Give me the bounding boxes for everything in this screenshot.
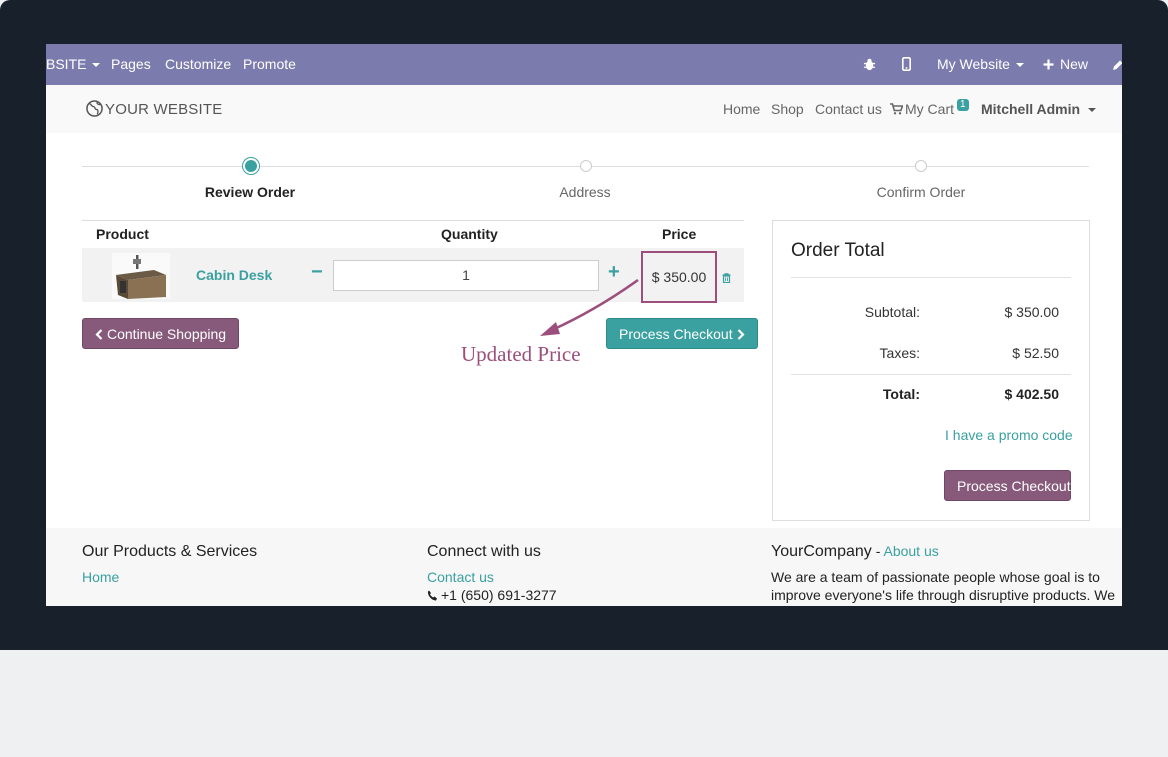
footer-phone-number: +1 (650) 691-3277: [441, 587, 557, 603]
wizard-step-address[interactable]: Address: [559, 184, 610, 200]
phone-icon: [427, 590, 437, 601]
user-menu[interactable]: Mitchell Admin: [981, 101, 1097, 117]
footer-connect-title: Connect with us: [427, 543, 541, 560]
trash-icon[interactable]: [722, 270, 731, 288]
caret-down-icon: [1015, 63, 1024, 68]
footer-company-column: YourCompany - About us We are a team of …: [771, 543, 1115, 603]
column-product: Product: [96, 226, 149, 242]
wizard-dot-confirm-order: [915, 160, 927, 172]
nav-contact-us[interactable]: Contact us: [815, 101, 882, 117]
footer-company-text-line-1: We are a team of passionate people whose…: [771, 569, 1100, 585]
order-total-title: Order Total: [791, 240, 885, 261]
cart-icon: [890, 103, 904, 115]
footer-contact-link[interactable]: Contact us: [427, 569, 557, 585]
decrease-quantity-button[interactable]: −: [311, 262, 323, 282]
mobile-preview-icon[interactable]: [902, 44, 912, 85]
wizard-step-review-order[interactable]: Review Order: [205, 184, 295, 200]
total-value: $ 402.50: [1004, 386, 1060, 402]
taxes-value: $ 52.50: [1012, 345, 1059, 361]
new-label: New: [1060, 56, 1089, 72]
footer-products-title: Our Products & Services: [82, 543, 258, 560]
globe-icon: [86, 100, 103, 117]
taxes-label: Taxes:: [879, 345, 920, 361]
chevron-right-icon: [737, 329, 745, 340]
footer-separator: -: [871, 543, 884, 559]
item-price: $ 350.00: [641, 251, 717, 303]
order-total-card: Order Total Subtotal: $ 350.00 Taxes: $ …: [772, 220, 1090, 521]
column-quantity: Quantity: [441, 226, 498, 242]
footer-company-heading: YourCompany - About us: [771, 543, 1115, 561]
footer-about-us-link[interactable]: About us: [883, 543, 938, 559]
promo-code-link[interactable]: I have a promo code: [945, 427, 1073, 443]
caret-down-icon: [1088, 108, 1097, 113]
browser-screen: BSITE Pages Customize Promote My Website…: [46, 44, 1122, 606]
subtotal-label: Subtotal:: [864, 304, 920, 320]
wizard-step-confirm-order[interactable]: Confirm Order: [877, 184, 966, 200]
edit-pencil-icon[interactable]: [1112, 44, 1122, 85]
wizard-dot-address: [580, 160, 592, 172]
site-header: YOUR WEBSITE Home Shop Contact us My Car…: [46, 85, 1122, 133]
footer-connect-column: Connect with us Contact us +1 (650) 691-…: [427, 543, 557, 603]
my-website-label: My Website: [937, 56, 1010, 72]
footer-company-name: YourCompany: [771, 543, 872, 560]
chevron-left-icon: [95, 329, 103, 340]
annotation-label: Updated Price: [461, 342, 581, 366]
site-footer: Our Products & Services Home Connect wit…: [46, 528, 1122, 606]
footer-products-column: Our Products & Services Home: [82, 543, 257, 585]
annotation-arrow: [540, 278, 639, 336]
subtotal-value: $ 350.00: [1004, 304, 1060, 320]
website-menu[interactable]: BSITE: [46, 44, 101, 85]
admin-topbar: BSITE Pages Customize Promote My Website…: [46, 44, 1122, 85]
column-price: Price: [662, 226, 697, 242]
product-thumbnail[interactable]: [112, 253, 170, 299]
divider: [791, 374, 1071, 375]
cart-count-badge: 1: [957, 99, 969, 111]
divider: [791, 277, 1071, 278]
continue-shopping-label: Continue Shopping: [107, 326, 227, 342]
footer-phone: +1 (650) 691-3277: [427, 587, 557, 603]
card-process-checkout-button[interactable]: Process Checkout: [944, 470, 1071, 501]
footer-home-link[interactable]: Home: [82, 569, 257, 585]
total-label: Total:: [882, 386, 920, 402]
user-name: Mitchell Admin: [981, 101, 1081, 117]
wizard-dot-review-order: [245, 160, 257, 172]
website-menu-label: BSITE: [46, 56, 87, 72]
continue-shopping-button[interactable]: Continue Shopping: [82, 318, 240, 349]
nav-home[interactable]: Home: [723, 101, 760, 117]
customize-menu[interactable]: Customize: [165, 44, 231, 85]
nav-shop[interactable]: Shop: [771, 101, 804, 117]
cart-label: My Cart: [905, 101, 954, 117]
product-name-link[interactable]: Cabin Desk: [196, 267, 272, 283]
pages-menu[interactable]: Pages: [111, 44, 151, 85]
promote-menu[interactable]: Promote: [243, 44, 296, 85]
new-button[interactable]: New: [1043, 44, 1088, 85]
site-logo[interactable]: YOUR WEBSITE: [86, 100, 222, 118]
plus-icon: [1043, 59, 1054, 70]
my-website-dropdown[interactable]: My Website: [937, 44, 1024, 85]
debug-bug-icon[interactable]: [863, 44, 876, 85]
caret-down-icon: [92, 63, 101, 68]
footer-company-text-line-2: improve everyone's life through disrupti…: [771, 587, 1116, 603]
logo-text: YOUR WEBSITE: [105, 101, 223, 118]
cart-table-header: Product Quantity Price: [82, 220, 744, 249]
nav-my-cart[interactable]: My Cart 1: [890, 99, 969, 117]
monitor-base: [0, 650, 1168, 757]
